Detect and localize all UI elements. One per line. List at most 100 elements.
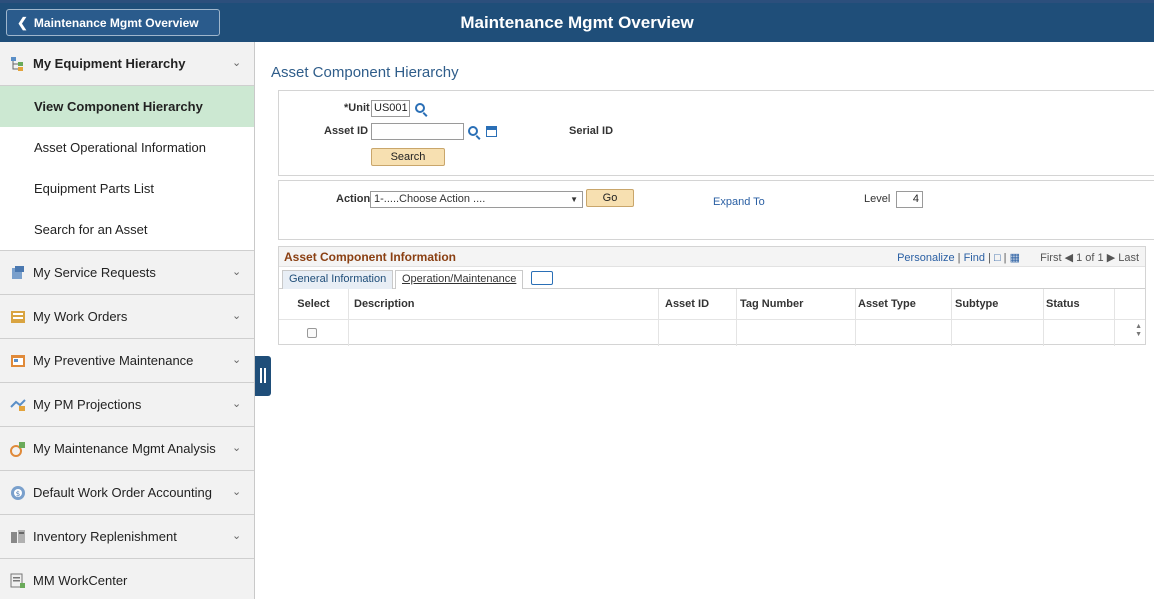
action-label: Action <box>336 193 371 205</box>
sidebar-item-asset-operational-information[interactable]: Asset Operational Information <box>0 127 254 168</box>
sidebar-group-label: My Work Orders <box>33 309 128 324</box>
chevron-down-icon: ⌄ <box>232 57 242 69</box>
last-label[interactable]: Last <box>1118 252 1139 264</box>
asset-id-cell <box>659 320 737 346</box>
previous-icon[interactable]: ◀ <box>1065 252 1077 264</box>
sidebar-item-search-for-an-asset[interactable]: Search for an Asset <box>0 209 254 250</box>
back-button-label: Maintenance Mgmt Overview <box>33 16 199 30</box>
show-all-columns-icon[interactable] <box>531 271 553 285</box>
sidebar-group-mm-workcenter[interactable]: MM WorkCenter <box>0 559 254 599</box>
grid-tabs: General Information Operation/Maintenanc… <box>279 267 1145 289</box>
app-header: Maintenance Mgmt Overview ❮ Maintenance M… <box>0 0 1154 42</box>
status-cell <box>1044 320 1115 346</box>
sidebar-group-label: MM WorkCenter <box>33 573 128 588</box>
sidebar-group-work-orders[interactable]: My Work Orders ⌄ <box>0 295 254 339</box>
unit-lookup-icon[interactable] <box>415 103 425 113</box>
work-order-icon <box>10 309 26 325</box>
tag-number-cell <box>737 320 856 346</box>
dropdown-arrow-icon: ▼ <box>570 195 578 204</box>
search-panel: *Unit US001 Asset ID Serial ID Search <box>278 90 1154 176</box>
sidebar-group-label: My Service Requests <box>33 265 156 280</box>
first-label[interactable]: First <box>1040 252 1061 264</box>
subtype-cell <box>952 320 1044 346</box>
pm-projections-icon <box>10 397 26 413</box>
sidebar-group-work-order-accounting[interactable]: $ Default Work Order Accounting ⌄ <box>0 471 254 515</box>
go-button[interactable]: Go <box>586 189 634 207</box>
accounting-icon: $ <box>10 485 26 501</box>
main-content: Asset Component Hierarchy *Unit US001 As… <box>256 42 1154 599</box>
sidebar-group-label: My Preventive Maintenance <box>33 353 194 368</box>
analysis-icon <box>10 441 26 457</box>
sidebar-group-maintenance-analysis[interactable]: My Maintenance Mgmt Analysis ⌄ <box>0 427 254 471</box>
sidebar-group-label: My Maintenance Mgmt Analysis <box>33 441 216 456</box>
asset-id-label: Asset ID <box>324 125 369 137</box>
column-header-select: Select <box>279 289 349 319</box>
column-header-subtype: Subtype <box>952 289 1044 319</box>
personalize-link[interactable]: Personalize <box>897 252 954 264</box>
column-header-description: Description <box>349 289 659 319</box>
pager-text: 1 of 1 <box>1076 252 1104 264</box>
column-header-asset-id: Asset ID <box>659 289 737 319</box>
action-select-value: 1-.....Choose Action .... <box>374 193 486 205</box>
tab-operation-maintenance[interactable]: Operation/Maintenance <box>395 270 524 289</box>
unit-label: *Unit <box>344 102 370 114</box>
sidebar-item-view-component-hierarchy[interactable]: View Component Hierarchy <box>0 86 254 127</box>
action-select[interactable]: 1-.....Choose Action .... ▼ <box>370 191 583 208</box>
column-header-tag-number: Tag Number <box>737 289 856 319</box>
sidebar-group-inventory-replenishment[interactable]: Inventory Replenishment ⌄ <box>0 515 254 559</box>
unit-input[interactable]: US001 <box>371 100 410 117</box>
svg-text:$: $ <box>16 490 20 498</box>
service-request-icon <box>10 265 26 281</box>
chevron-down-icon: ⌄ <box>232 354 242 366</box>
chevron-down-icon: ⌄ <box>232 266 242 278</box>
row-scroll-arrows[interactable]: ▲ ▼ <box>1135 323 1142 339</box>
action-panel: Action 1-.....Choose Action .... ▼ Go Ex… <box>278 180 1154 240</box>
sidebar-group-equipment-hierarchy[interactable]: My Equipment Hierarchy ⌄ <box>0 42 254 86</box>
expand-to-link[interactable]: Expand To <box>713 196 765 208</box>
sidebar-group-label: Inventory Replenishment <box>33 529 177 544</box>
description-cell <box>349 320 659 346</box>
page-title: Asset Component Hierarchy <box>271 64 459 81</box>
asset-type-cell <box>856 320 952 346</box>
chevron-down-icon: ⌄ <box>232 398 242 410</box>
chevron-down-icon: ⌄ <box>232 442 242 454</box>
sidebar-group-preventive-maintenance[interactable]: My Preventive Maintenance ⌄ <box>0 339 254 383</box>
find-link[interactable]: Find <box>964 252 985 264</box>
serial-id-label: Serial ID <box>569 125 614 137</box>
row-select-checkbox[interactable] <box>307 328 317 338</box>
sidebar-item-equipment-parts-list[interactable]: Equipment Parts List <box>0 168 254 209</box>
chevron-down-icon: ⌄ <box>232 486 242 498</box>
level-label: Level <box>864 193 891 205</box>
sidebar-group-service-requests[interactable]: My Service Requests ⌄ <box>0 251 254 295</box>
inventory-icon <box>10 529 26 545</box>
asset-component-grid: Asset Component Information Personalize … <box>278 246 1146 346</box>
hierarchy-icon <box>10 56 26 72</box>
asset-detail-icon[interactable] <box>486 126 497 137</box>
back-button[interactable]: ❮ Maintenance Mgmt Overview <box>6 9 220 36</box>
preventive-maintenance-icon <box>10 353 26 369</box>
sidebar-submenu: View Component Hierarchy Asset Operation… <box>0 86 254 251</box>
sidebar-group-label: My PM Projections <box>33 397 142 412</box>
select-cell <box>279 320 349 346</box>
sidebar-group-label: Default Work Order Accounting <box>33 485 212 500</box>
grid-header: Asset Component Information Personalize … <box>279 247 1145 267</box>
table-row: ▲ ▼ <box>279 319 1145 346</box>
column-header-asset-type: Asset Type <box>856 289 952 319</box>
chevron-left-icon: ❮ <box>17 15 28 30</box>
chevron-down-icon: ⌄ <box>232 530 242 542</box>
download-icon[interactable]: ▦ <box>1010 252 1020 264</box>
chevron-down-icon: ⌄ <box>232 310 242 322</box>
next-icon[interactable]: ▶ <box>1107 252 1119 264</box>
sidebar-group-label: My Equipment Hierarchy <box>33 56 186 71</box>
asset-id-lookup-icon[interactable] <box>468 126 478 136</box>
tab-general-information[interactable]: General Information <box>282 270 394 289</box>
sidebar-group-pm-projections[interactable]: My PM Projections ⌄ <box>0 383 254 427</box>
grid-title: Asset Component Information <box>284 250 457 264</box>
search-button[interactable]: Search <box>371 148 445 166</box>
asset-id-input[interactable] <box>371 123 464 140</box>
level-input[interactable]: 4 <box>896 191 923 208</box>
view-all-icon[interactable]: □ <box>994 252 1001 264</box>
grid-toolbar: Personalize | Find | □ | ▦ First ◀ 1 of … <box>897 251 1139 264</box>
sidebar: My Equipment Hierarchy ⌄ View Component … <box>0 42 255 599</box>
column-header-status: Status <box>1044 289 1115 319</box>
